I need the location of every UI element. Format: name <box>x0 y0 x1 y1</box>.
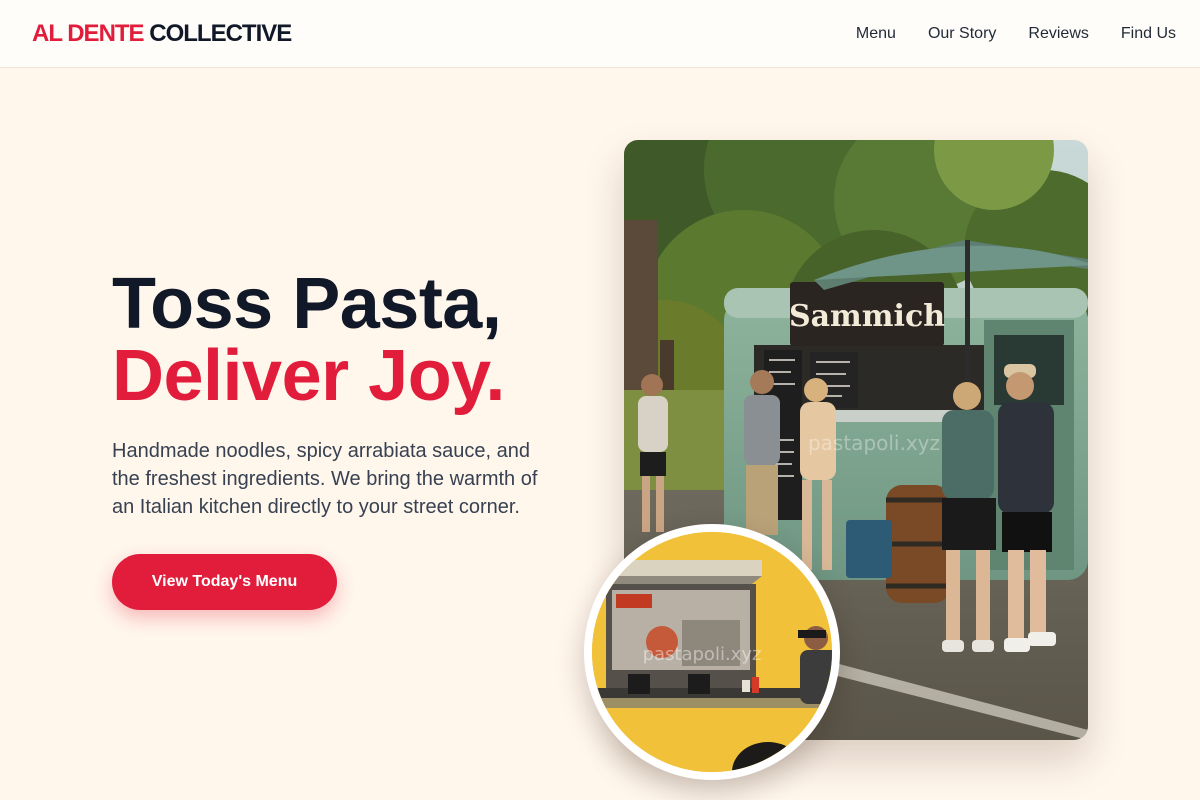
hero-title-line2: Deliver Joy. <box>112 336 505 416</box>
nav-link-find-us[interactable]: Find Us <box>1121 25 1176 43</box>
main-nav: Menu Our Story Reviews Find Us <box>856 25 1176 43</box>
nav-link-our-story[interactable]: Our Story <box>928 25 996 43</box>
logo-part-dark: COLLECTIVE <box>149 19 292 47</box>
site-header: AL DENTE COLLECTIVE Menu Our Story Revie… <box>0 0 1200 68</box>
nav-link-menu[interactable]: Menu <box>856 25 896 43</box>
yellow-truck-photo: pastapoli.xyz <box>584 524 840 780</box>
inset-watermark: pastapoli.xyz <box>643 644 762 665</box>
truck-sign-text: Sammich <box>789 299 945 334</box>
logo-part-red: AL DENTE <box>32 19 145 47</box>
main-watermark: pastapoli.xyz <box>808 431 940 455</box>
view-menu-button[interactable]: View Today's Menu <box>112 554 337 610</box>
brand-logo[interactable]: AL DENTE COLLECTIVE <box>32 19 292 48</box>
nav-link-reviews[interactable]: Reviews <box>1028 25 1088 43</box>
hero-title-line1: Toss Pasta, <box>112 264 502 344</box>
hero-description: Handmade noodles, spicy arrabiata sauce,… <box>112 440 538 518</box>
hero-title: Toss Pasta, Deliver Joy. <box>112 268 505 412</box>
